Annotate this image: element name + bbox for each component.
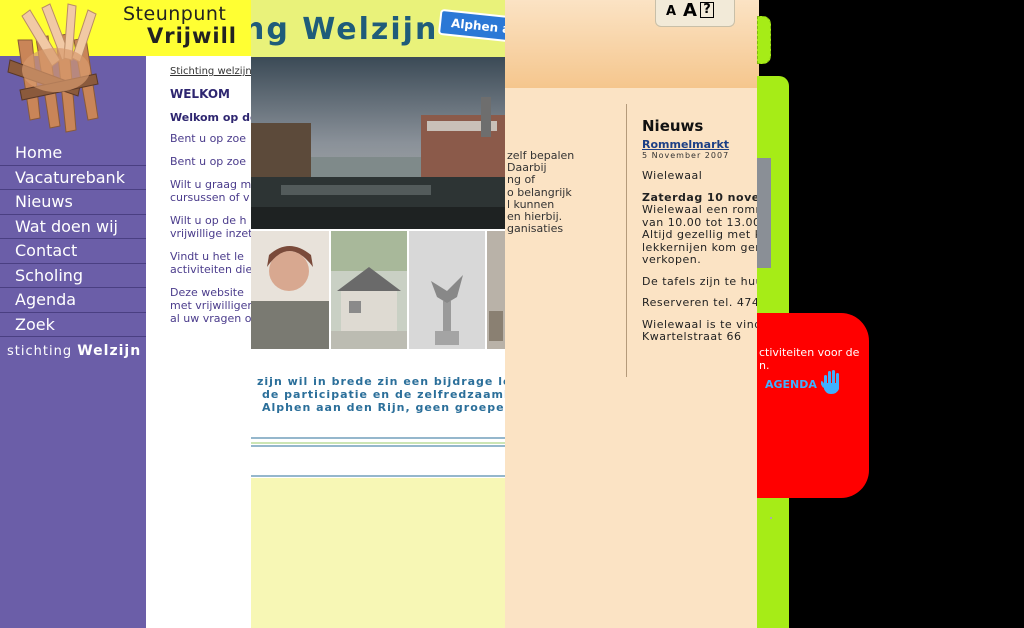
text-line: al uw vragen o: [170, 312, 252, 325]
canal-photo: [251, 57, 505, 229]
wielewaal-page: A A ? zelf bepalen Daarbij ng of o belan…: [505, 0, 759, 628]
nav-item-wat-doen-wij[interactable]: Wat doen wij: [0, 215, 146, 239]
news-paragraph: Wielewaal: [642, 169, 759, 183]
agenda-text: ctiviteiten voor de n.: [759, 346, 859, 372]
news-line: Wielewaal: [642, 169, 703, 182]
font-smaller-button[interactable]: A: [666, 4, 676, 19]
welzijn-logo-text: ng Welzijn: [251, 12, 439, 47]
welcome-subheading: Welkom op de: [170, 111, 252, 124]
nav-item-scholing[interactable]: Scholing: [0, 264, 146, 288]
mission-line: Alphen aan den Rijn, geen groepen uitg: [262, 401, 505, 414]
agenda-panel: ctiviteiten voor de n. AGENDA: [757, 313, 869, 498]
green-tab: [757, 16, 771, 64]
mission-statement: zijn wil in brede zin een bijdrage lever…: [257, 375, 505, 414]
text-line: Bent u op zoe: [170, 155, 247, 168]
mission-line: de participatie en de zelfredzaamheid v: [262, 388, 505, 401]
agenda-line: ctiviteiten voor de: [759, 346, 860, 359]
news-paragraph: Wielewaal is te vinde Kwartelstraat 66: [642, 317, 759, 344]
brand-line-2: Vrijwill: [147, 24, 238, 48]
news-line: Reserveren tel. 4749: [642, 296, 759, 309]
text-line: vrijwillige inzet: [170, 227, 252, 240]
news-line: lekkernijen kom geru: [642, 240, 759, 254]
nav-item-vacaturebank[interactable]: Vacaturebank: [0, 166, 146, 190]
news-line: De tafels zijn te huu: [642, 274, 759, 288]
decorative-lines: [251, 437, 505, 477]
agenda-line: n.: [759, 359, 770, 372]
text-line: Wilt u graag m: [170, 178, 252, 191]
hands-logo-image: [0, 0, 112, 133]
column-divider: [626, 104, 627, 377]
footer-logo-small: stichting: [7, 344, 73, 359]
news-item-link[interactable]: Rommelmarkt: [642, 138, 729, 151]
house-thumbnail[interactable]: [331, 231, 407, 349]
news-line-bold: Zaterdag 10 novem: [642, 190, 759, 204]
thumbnail-strip: [251, 231, 505, 349]
news-line: Altijd gezellig met k: [642, 228, 759, 241]
steunpunt-vrijwilligers-page: Steunpunt Vrijwill Home Vacaturebank Nie…: [0, 0, 252, 628]
welcome-heading: WELKOM: [170, 87, 230, 101]
font-help-button[interactable]: ?: [700, 2, 714, 18]
nav-item-agenda[interactable]: Agenda: [0, 288, 146, 313]
intro-line: ganisaties: [507, 222, 564, 236]
intro-text: zelf bepalen Daarbij ng of o belangrijk …: [507, 149, 574, 236]
text-line: Bent u op zoe: [170, 132, 247, 145]
text-line: cursussen of v: [170, 191, 250, 204]
brand-line-1: Steunpunt: [123, 3, 227, 25]
nav-item-contact[interactable]: Contact: [0, 239, 146, 264]
text-line: met vrijwilliger: [170, 299, 252, 312]
text-line: Vindt u het le: [170, 250, 244, 263]
mission-line: zijn wil in brede zin een bijdrage lever…: [257, 375, 505, 388]
news-line: verkopen.: [642, 253, 702, 266]
stichting-welzijn-footer-logo[interactable]: stichting Welzijn: [7, 343, 141, 359]
breadcrumb-link[interactable]: Stichting welzijn: [170, 66, 252, 77]
intro-line: ng of: [507, 173, 536, 187]
news-photo-edge: [757, 158, 771, 268]
portrait-thumbnail[interactable]: [251, 231, 329, 349]
news-body: Wielewaal Zaterdag 10 novem Wielewaal ee…: [642, 169, 759, 353]
welcome-content: Stichting welzijn WELKOM Welkom op de Be…: [170, 66, 252, 325]
news-paragraph: Reserveren tel. 4749: [642, 296, 759, 310]
news-heading: Nieuws: [642, 117, 704, 135]
news-date: 5 November 2007: [642, 151, 730, 160]
news-line: van 10.00 tot 13.00: [642, 215, 759, 229]
news-line: Kwartelstraat 66: [642, 330, 742, 343]
nav-item-home[interactable]: Home: [0, 141, 146, 166]
intro-line: o belangrijk: [507, 185, 572, 199]
nav-item-nieuws[interactable]: Nieuws: [0, 190, 146, 215]
text-line: Deze website: [170, 286, 244, 299]
news-line: Wielewaal een romm: [642, 203, 759, 216]
news-paragraph: Zaterdag 10 novem Wielewaal een romm van…: [642, 190, 759, 267]
text-line: Wilt u op de h: [170, 214, 247, 227]
footer-band: [251, 478, 505, 628]
main-nav: Home Vacaturebank Nieuws Wat doen wij Co…: [0, 141, 146, 337]
statue-thumbnail[interactable]: [409, 231, 485, 349]
footer-logo-bold: Welzijn: [77, 343, 142, 359]
partial-thumbnail[interactable]: [487, 231, 505, 349]
hand-icon[interactable]: [821, 369, 843, 395]
news-paragraph: De tafels zijn te huu: [642, 274, 759, 289]
agenda-link[interactable]: AGENDA: [765, 378, 817, 391]
text-line: activiteiten die: [170, 263, 252, 276]
nav-item-zoek[interactable]: Zoek: [0, 313, 146, 337]
stray-dot: [770, 517, 772, 519]
news-line: Wielewaal is te vinde: [642, 317, 759, 331]
font-larger-button[interactable]: A: [683, 0, 697, 21]
stichting-welzijn-page: ng Welzijn Alphen aan zijn wil in brede …: [251, 0, 505, 628]
